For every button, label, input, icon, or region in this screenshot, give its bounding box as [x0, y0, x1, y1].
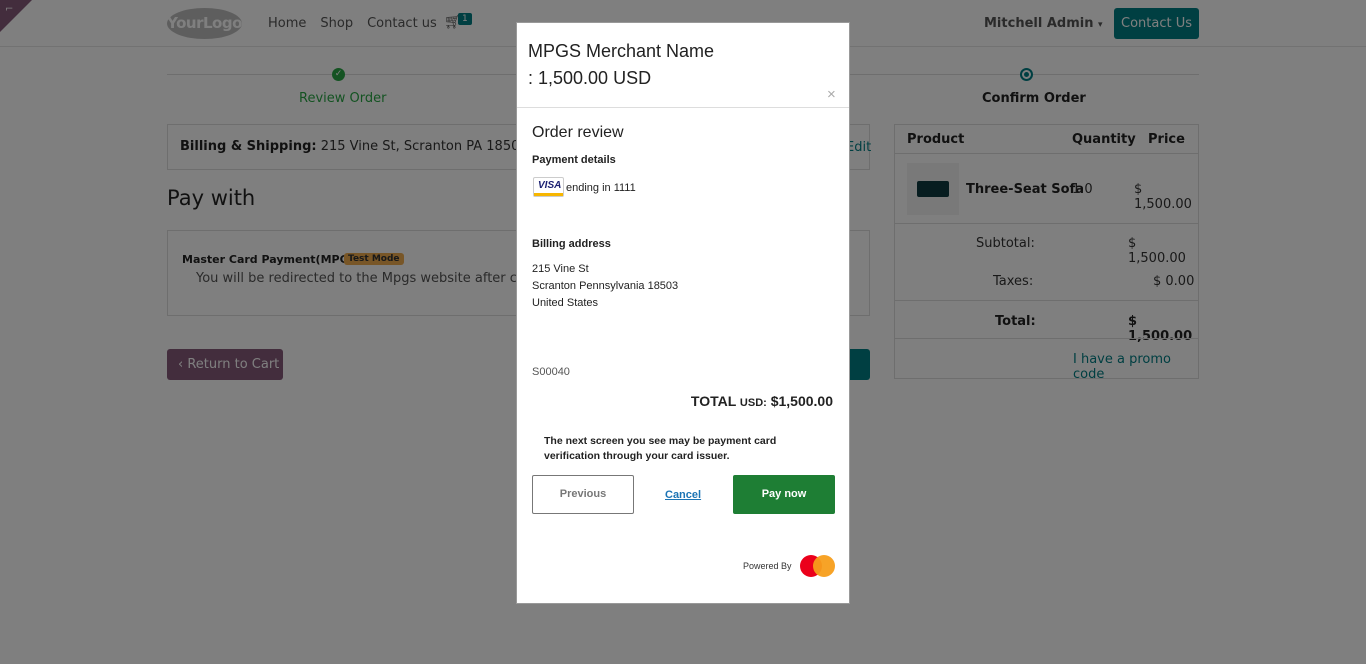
dialog-amount: : 1,500.00 USD: [528, 68, 652, 88]
order-review-heading: Order review: [532, 124, 624, 141]
order-reference: S00040: [532, 366, 570, 378]
payment-details-heading: Payment details: [532, 154, 616, 166]
total-currency: USD:: [739, 397, 767, 409]
address-line: 215 Vine St: [532, 263, 589, 275]
card-ending: ending in 1111: [566, 182, 636, 194]
address-line: Scranton Pennsylvania 18503: [532, 280, 679, 292]
dialog-header: MPGS Merchant Name : 1,500.00 USD ×: [517, 23, 849, 108]
dialog-total: TOTAL USD: $1,500.00: [691, 393, 833, 409]
powered-by-label: Powered By: [743, 561, 792, 571]
previous-button[interactable]: Previous: [532, 475, 634, 514]
visa-logo-text: VISA: [538, 180, 562, 191]
mastercard-logo-icon: [800, 555, 836, 577]
address-line: United States: [532, 297, 599, 309]
pay-now-button[interactable]: Pay now: [733, 475, 835, 514]
total-label: TOTAL: [690, 393, 737, 409]
dialog-title: MPGS Merchant Name : 1,500.00 USD: [528, 38, 828, 92]
verification-note: The next screen you see may be payment c…: [544, 435, 777, 462]
mpgs-payment-dialog: MPGS Merchant Name : 1,500.00 USD × Orde…: [516, 22, 850, 604]
cancel-link[interactable]: Cancel: [665, 489, 701, 501]
close-icon[interactable]: ×: [827, 86, 836, 103]
merchant-name: MPGS Merchant Name: [528, 41, 715, 61]
billing-address-heading: Billing address: [532, 238, 611, 250]
total-amount: $1,500.00: [770, 393, 833, 409]
visa-card-icon: VISA: [533, 177, 564, 197]
